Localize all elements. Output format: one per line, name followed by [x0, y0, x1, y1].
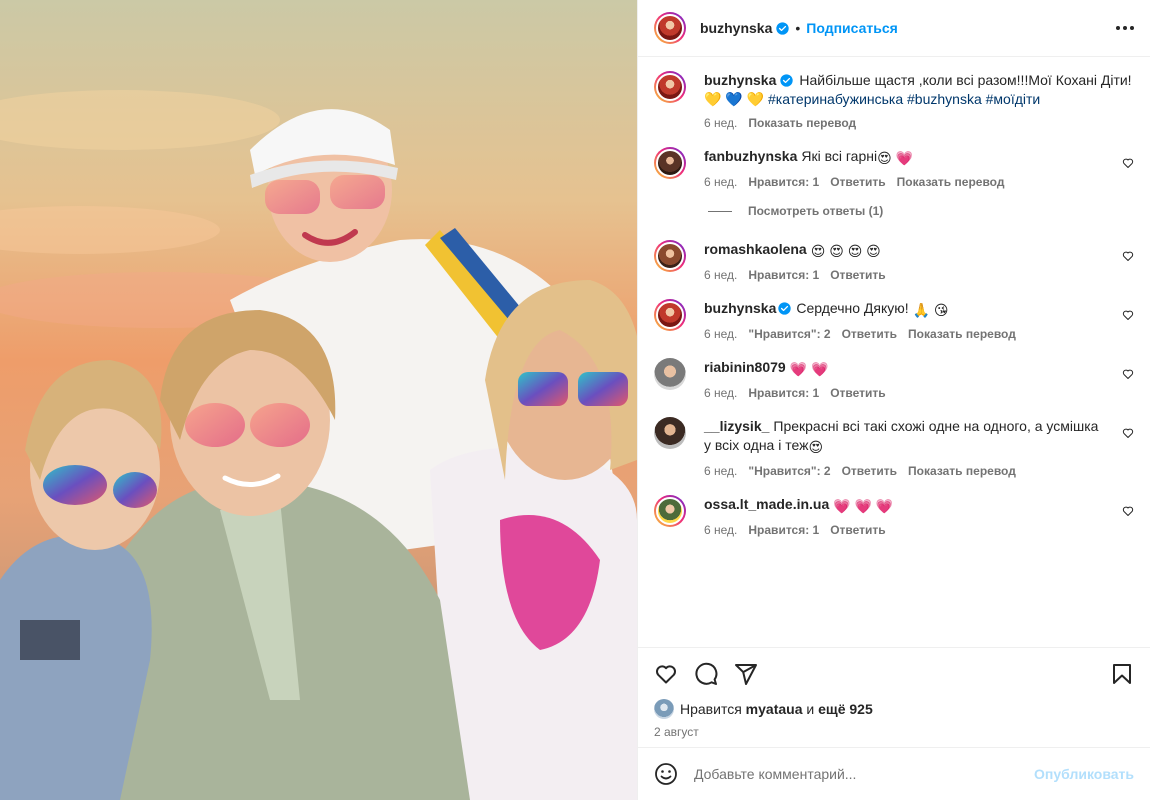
comment-username[interactable]: riabinin8079 — [704, 359, 786, 375]
translate-button[interactable]: Показать перевод — [908, 464, 1016, 478]
comment-time[interactable]: 6 нед. — [704, 175, 737, 189]
instagram-post-dialog: buzhynska • Подписаться buzhynska Найбіль… — [0, 0, 1150, 800]
comment-item: __lizysik_ Прекрасні всі такі схожі одне … — [654, 417, 1134, 478]
comment-emoji: 😍 — [808, 439, 824, 455]
comment-item: romashkaolena 😍 😍 😍 😍 6 нед. Нравится: 1 … — [654, 240, 1134, 282]
view-replies-label: Посмотреть ответы (1) — [748, 204, 884, 218]
caption-meta: 6 нед. Показать перевод — [704, 116, 1134, 130]
comment-avatar[interactable] — [654, 240, 686, 272]
post-photo[interactable] — [0, 0, 637, 800]
comment-username[interactable]: romashkaolena — [704, 241, 807, 257]
comment-time[interactable]: 6 нед. — [704, 464, 737, 478]
comment-time[interactable]: 6 нед. — [704, 386, 737, 400]
comment-likes[interactable]: Нравится: 1 — [748, 386, 819, 400]
separator-dot: • — [795, 20, 801, 36]
translate-button[interactable]: Показать перевод — [908, 327, 1016, 341]
like-comment-heart-icon[interactable] — [1122, 427, 1134, 439]
caption-text: buzhynska Найбільше щастя ,коли всі разом… — [704, 71, 1134, 109]
comments-list[interactable]: buzhynska Найбільше щастя ,коли всі разом… — [638, 57, 1150, 647]
comment-emoji: 😍 😍 😍 😍 — [810, 243, 881, 259]
liker-username[interactable]: myataua — [746, 701, 803, 717]
comment-emoji: 😍 💗 — [877, 150, 914, 166]
comment-time[interactable]: 6 нед. — [704, 327, 737, 341]
verified-badge-icon — [778, 302, 792, 315]
comment-likes[interactable]: Нравится: 1 — [748, 523, 819, 537]
post-header: buzhynska • Подписаться — [638, 0, 1150, 57]
comment-item: buzhynska Сердечно Дякую! 🙏 😘 6 нед. "Нра… — [654, 299, 1134, 341]
caption-time[interactable]: 6 нед. — [704, 116, 737, 130]
post-side-panel: buzhynska • Подписаться buzhynska Найбіль… — [637, 0, 1150, 800]
comment-item: fanbuzhynska Які всі гарні😍 💗 6 нед. Нрав… — [654, 147, 1134, 189]
caption-avatar[interactable] — [654, 71, 686, 103]
comment-avatar[interactable] — [654, 358, 686, 390]
post-date[interactable]: 2 август — [638, 719, 1150, 747]
comment-input[interactable] — [694, 766, 1035, 782]
like-comment-heart-icon[interactable] — [1122, 368, 1134, 380]
comment-avatar[interactable] — [654, 495, 686, 527]
comment-username[interactable]: __lizysik_ — [704, 418, 769, 434]
more-options-icon[interactable] — [1116, 20, 1134, 36]
like-comment-heart-icon[interactable] — [1122, 157, 1134, 169]
comment-item: ossa.lt_made.in.ua 💗 💗 💗 6 нед. Нравится:… — [654, 495, 1134, 537]
comment-emoji: 💗 💗 — [789, 361, 829, 377]
reply-button[interactable]: Ответить — [830, 386, 885, 400]
like-comment-heart-icon[interactable] — [1122, 505, 1134, 517]
reply-button[interactable]: Ответить — [830, 175, 885, 189]
like-comment-heart-icon[interactable] — [1122, 250, 1134, 262]
verified-badge-icon — [780, 74, 794, 87]
comment-text: Які всі гарні — [801, 148, 878, 164]
comment-emoji: 🙏 😘 — [912, 302, 949, 318]
comment-text: Сердечно Дякую! — [796, 300, 909, 316]
author-username[interactable]: buzhynska — [700, 20, 772, 36]
publish-button[interactable]: Опубликовать — [1034, 766, 1134, 782]
caption: buzhynska Найбільше щастя ,коли всі разом… — [654, 71, 1134, 130]
follow-button[interactable]: Подписаться — [806, 20, 898, 36]
likes-count-button[interactable]: ещё 925 — [818, 701, 873, 717]
comment-likes[interactable]: Нравится: 1 — [748, 175, 819, 189]
comment-likes[interactable]: "Нравится": 2 — [748, 327, 830, 341]
view-replies-button[interactable]: Посмотреть ответы (1) — [708, 204, 1134, 218]
caption-body: Найбільше щастя ,коли всі разом!!!Мої Ко… — [799, 72, 1132, 88]
reply-button[interactable]: Ответить — [830, 523, 885, 537]
comment-avatar[interactable] — [654, 147, 686, 179]
comment-avatar[interactable] — [654, 299, 686, 331]
comment-username[interactable]: fanbuzhynska — [704, 148, 797, 164]
post-actions-bar — [638, 647, 1150, 699]
save-bookmark-icon[interactable] — [1110, 662, 1134, 686]
liker-avatar[interactable] — [654, 699, 674, 719]
replies-line — [708, 210, 732, 212]
comment-emoji: 💗 💗 💗 — [833, 498, 894, 514]
reply-button[interactable]: Ответить — [842, 327, 897, 341]
comment-avatar[interactable] — [654, 417, 686, 449]
comment-likes[interactable]: "Нравится": 2 — [748, 464, 830, 478]
author-avatar[interactable] — [654, 12, 686, 44]
share-paper-plane-icon[interactable] — [734, 662, 758, 686]
comment-item: riabinin8079 💗 💗 6 нед. Нравится: 1 Ответ… — [654, 358, 1134, 400]
like-comment-heart-icon[interactable] — [1122, 309, 1134, 321]
likes-and: и — [806, 701, 815, 717]
reply-button[interactable]: Ответить — [842, 464, 897, 478]
translate-button[interactable]: Показать перевод — [748, 116, 856, 130]
comment-username[interactable]: ossa.lt_made.in.ua — [704, 496, 829, 512]
comment-username[interactable]: buzhynska — [704, 300, 776, 316]
verified-badge-icon — [776, 21, 790, 35]
likes-summary: Нравится myataua и ещё 925 — [638, 699, 1150, 719]
translate-button[interactable]: Показать перевод — [897, 175, 1005, 189]
comment-likes[interactable]: Нравится: 1 — [748, 268, 819, 282]
comment-bubble-icon[interactable] — [694, 662, 718, 686]
comment-time[interactable]: 6 нед. — [704, 523, 737, 537]
comment-time[interactable]: 6 нед. — [704, 268, 737, 282]
family-photo-illustration — [0, 0, 637, 800]
emoji-smile-icon[interactable] — [654, 762, 678, 786]
like-heart-icon[interactable] — [654, 662, 678, 686]
add-comment-bar: Опубликовать — [638, 747, 1150, 800]
likes-prefix: Нравится — [680, 701, 742, 717]
caption-emoji: 💛 💙 💛 — [704, 91, 765, 107]
caption-hashtags[interactable]: #катеринабужинська #buzhynska #моїдіти — [768, 91, 1040, 107]
caption-username[interactable]: buzhynska — [704, 72, 776, 88]
reply-button[interactable]: Ответить — [830, 268, 885, 282]
